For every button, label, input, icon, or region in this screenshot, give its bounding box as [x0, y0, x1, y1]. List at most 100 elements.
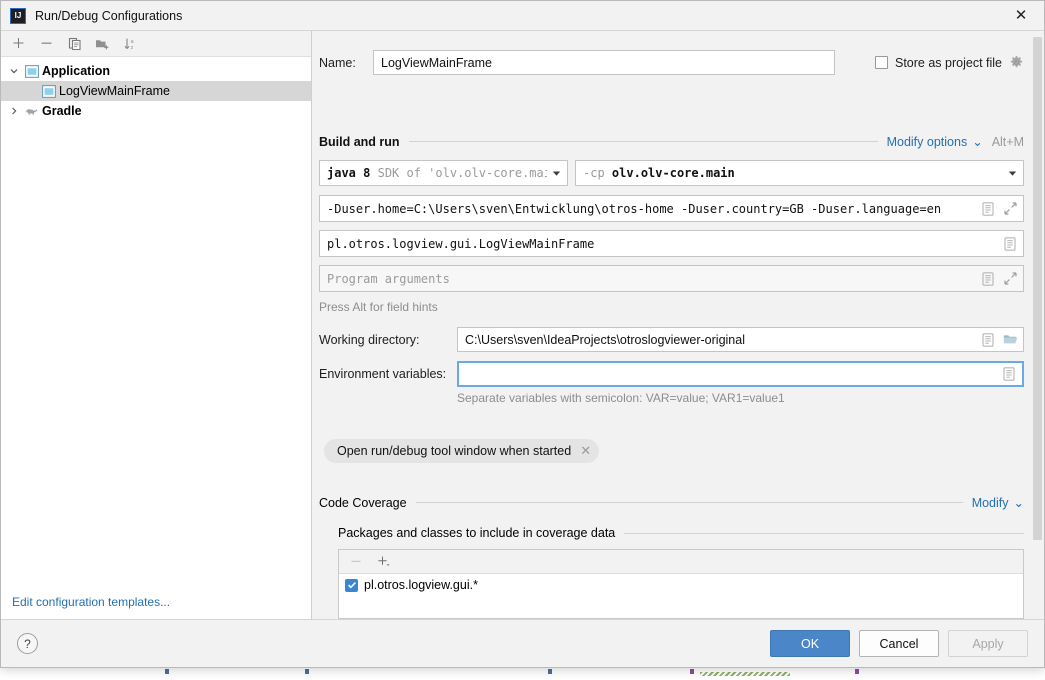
name-label: Name: — [319, 56, 373, 70]
chevron-right-icon[interactable] — [5, 106, 22, 116]
classpath-combo-prefix: -cp — [583, 166, 605, 180]
section-divider — [416, 502, 963, 503]
help-button[interactable]: ? — [17, 633, 38, 654]
insert-macro-icon[interactable] — [977, 197, 999, 221]
working-directory-input[interactable]: C:\Users\sven\IdeaProjects\otroslogviewe… — [457, 327, 1024, 352]
close-icon[interactable]: ✕ — [998, 1, 1044, 29]
jre-combo-prefix: java 8 — [327, 166, 370, 180]
tree-node-label: Application — [42, 64, 110, 78]
vm-options-input[interactable]: -Duser.home=C:\Users\sven\Entwicklung\ot… — [319, 195, 1024, 222]
build-and-run-section-header: Build and run Modify options ⌄ Alt+M — [319, 134, 1024, 149]
chevron-down-icon[interactable]: ⌄ — [1014, 495, 1024, 510]
jre-combo[interactable]: java 8 SDK of 'olv.olv-core.mai — [319, 160, 568, 186]
dialog-title-bar: IJ Run/Debug Configurations ✕ — [1, 1, 1044, 30]
insert-macro-icon[interactable] — [977, 267, 999, 291]
tree-toolbar: a z — [1, 31, 311, 57]
code-coverage-modify-link[interactable]: Modify — [972, 496, 1009, 510]
name-row: Name: LogViewMainFrame Store as project … — [319, 50, 1024, 75]
build-and-run-heading: Build and run — [319, 135, 400, 149]
edit-configuration-templates-link[interactable]: Edit configuration templates... — [12, 595, 170, 609]
folder-browse-icon[interactable] — [999, 328, 1021, 352]
program-arguments-input[interactable]: Program arguments — [319, 265, 1024, 292]
tree-node-gradle[interactable]: Gradle — [1, 101, 311, 121]
main-class-input[interactable]: pl.otros.logview.gui.LogViewMainFrame — [319, 230, 1024, 257]
environment-variables-hint: Separate variables with semicolon: VAR=v… — [457, 391, 785, 405]
chip-label: Open run/debug tool window when started — [337, 444, 571, 458]
run-debug-configurations-dialog: IJ Run/Debug Configurations ✕ — [0, 0, 1045, 668]
ide-background-strip — [0, 666, 1045, 680]
dialog-title: Run/Debug Configurations — [35, 9, 182, 23]
remove-package-button[interactable] — [347, 555, 366, 568]
jre-combo-suffix: SDK of 'olv.olv-core.mai — [378, 166, 547, 180]
main-class-value: pl.otros.logview.gui.LogViewMainFrame — [327, 237, 999, 251]
configurations-tree[interactable]: Application LogViewMainFrame — [1, 57, 311, 619]
coverage-list-item[interactable]: pl.otros.logview.gui.* — [339, 574, 1023, 596]
program-arguments-placeholder: Program arguments — [327, 272, 977, 286]
code-coverage-section-header: Code Coverage Modify ⌄ — [319, 495, 1024, 510]
store-as-project-file-row[interactable]: Store as project file — [875, 55, 1024, 70]
expand-icon[interactable] — [999, 267, 1021, 291]
remove-configuration-button[interactable] — [34, 33, 59, 55]
dialog-footer: ? OK Cancel Apply — [1, 619, 1044, 667]
classpath-combo[interactable]: -cp olv.olv-core.main — [575, 160, 1024, 186]
dialog-body: a z Applica — [1, 30, 1044, 619]
insert-macro-icon[interactable] — [977, 328, 999, 352]
working-directory-value: C:\Users\sven\IdeaProjects\otroslogviewe… — [465, 333, 977, 347]
environment-variables-row: Environment variables: — [319, 361, 1024, 387]
coverage-item-checkbox[interactable] — [345, 579, 358, 592]
tree-node-label: LogViewMainFrame — [59, 84, 170, 98]
coverage-list-toolbar — [339, 550, 1023, 574]
chevron-down-icon[interactable]: ⌄ — [972, 134, 982, 149]
coverage-packages-heading: Packages and classes to include in cover… — [338, 526, 615, 540]
add-configuration-button[interactable] — [6, 33, 31, 55]
editor-vertical-scrollbar[interactable] — [1033, 37, 1042, 613]
close-small-icon[interactable]: ✕ — [580, 443, 591, 459]
cancel-button[interactable]: Cancel — [859, 630, 939, 657]
environment-variables-input[interactable] — [457, 361, 1024, 387]
modify-options-link[interactable]: Modify options — [887, 135, 968, 149]
name-input[interactable]: LogViewMainFrame — [373, 50, 835, 75]
sort-configurations-button[interactable]: a z — [118, 33, 143, 55]
application-icon — [39, 85, 59, 98]
application-icon — [22, 65, 42, 78]
configurations-tree-panel: a z Applica — [1, 30, 312, 619]
store-as-project-file-checkbox[interactable] — [875, 56, 888, 69]
store-as-project-file-label: Store as project file — [895, 56, 1002, 70]
code-coverage-heading: Code Coverage — [319, 496, 407, 510]
intellij-idea-icon: IJ — [10, 8, 26, 24]
chevron-down-icon[interactable] — [5, 66, 22, 76]
coverage-packages-list: pl.otros.logview.gui.* — [338, 549, 1024, 619]
insert-macro-icon[interactable] — [998, 362, 1020, 386]
name-input-value: LogViewMainFrame — [381, 56, 832, 70]
configuration-editor-panel: Name: LogViewMainFrame Store as project … — [312, 30, 1044, 619]
classpath-combo-suffix: olv.olv-core.main — [612, 166, 735, 180]
ok-button[interactable]: OK — [770, 630, 850, 657]
coverage-item-label: pl.otros.logview.gui.* — [364, 578, 478, 592]
jre-and-classpath-row: java 8 SDK of 'olv.olv-core.mai -cp olv.… — [319, 160, 1024, 186]
section-divider — [624, 533, 1024, 534]
gear-icon[interactable] — [1009, 55, 1024, 70]
tree-node-logviewmainframe[interactable]: LogViewMainFrame — [1, 81, 311, 101]
vm-options-value: -Duser.home=C:\Users\sven\Entwicklung\ot… — [327, 202, 977, 216]
expand-icon[interactable] — [999, 197, 1021, 221]
apply-button[interactable]: Apply — [948, 630, 1028, 657]
section-divider — [409, 141, 878, 142]
svg-text:z: z — [131, 45, 134, 51]
add-package-button[interactable] — [374, 555, 396, 569]
modify-options-shortcut: Alt+M — [992, 135, 1024, 149]
chevron-down-icon[interactable] — [1003, 170, 1021, 177]
field-hint-text: Press Alt for field hints — [319, 300, 438, 314]
create-folder-button[interactable] — [90, 33, 115, 55]
options-chips: Open run/debug tool window when started … — [324, 439, 599, 463]
insert-macro-icon[interactable] — [999, 232, 1021, 256]
tree-node-label: Gradle — [42, 104, 82, 118]
copy-configuration-button[interactable] — [62, 33, 87, 55]
scrollbar-thumb[interactable] — [1033, 37, 1042, 540]
coverage-packages-sub-header: Packages and classes to include in cover… — [338, 526, 1024, 540]
tree-node-application[interactable]: Application — [1, 61, 311, 81]
environment-variables-label: Environment variables: — [319, 367, 457, 381]
gradle-elephant-icon — [22, 105, 42, 118]
working-directory-label: Working directory: — [319, 333, 457, 347]
chip-open-run-debug-tool-window[interactable]: Open run/debug tool window when started … — [324, 439, 599, 463]
chevron-down-icon[interactable] — [547, 170, 565, 177]
